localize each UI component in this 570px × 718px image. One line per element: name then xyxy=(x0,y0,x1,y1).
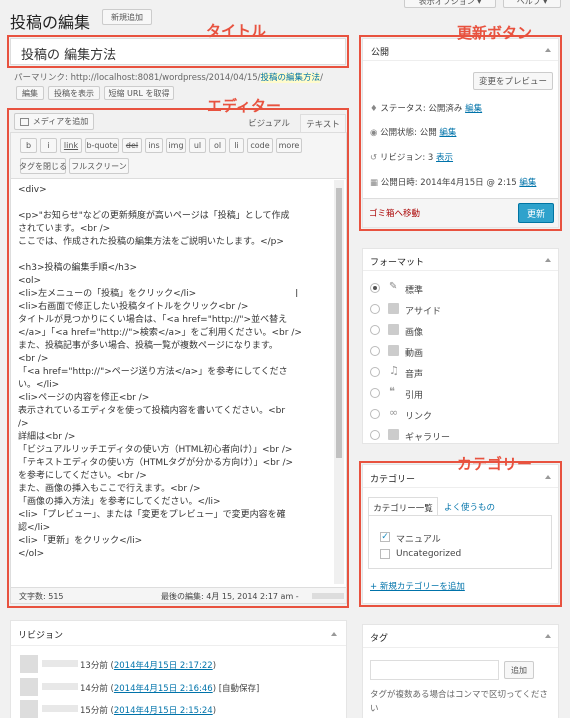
aside-icon xyxy=(388,303,399,314)
link-icon: ∞ xyxy=(389,406,399,419)
video-icon xyxy=(388,345,399,356)
screen-options-button[interactable]: 表示オプション ▾ xyxy=(404,0,496,8)
view-post-button[interactable]: 投稿を表示 xyxy=(48,86,100,100)
format-radio-standard[interactable] xyxy=(370,283,380,293)
format-radio-audio[interactable] xyxy=(370,367,380,377)
get-shortlink-button[interactable]: 短縮 URL を取得 xyxy=(104,86,174,100)
revisions-toggle-icon[interactable] xyxy=(331,632,337,636)
revision-author-blur xyxy=(42,683,78,690)
annotation-update-label: 更新ボタン xyxy=(457,24,533,42)
revisions-divider xyxy=(11,645,346,646)
format-label-gallery: ギャラリー xyxy=(405,433,451,443)
format-label-link: リンク xyxy=(405,412,433,422)
format-label-aside: アサイド xyxy=(405,307,442,317)
format-toggle-icon[interactable] xyxy=(545,258,551,262)
tags-hint-cont: い xyxy=(370,704,379,714)
add-new-button[interactable]: 新規追加 xyxy=(102,9,152,25)
format-label-video: 動画 xyxy=(405,349,424,359)
annotation-editor-box xyxy=(7,108,349,608)
format-label-image: 画像 xyxy=(405,328,424,338)
format-label-quote: 引用 xyxy=(405,391,424,401)
annotation-category-label: カテゴリー xyxy=(457,455,533,473)
revision-row: 14分前 (2014年4月15日 2:16:46) [自動保存] xyxy=(80,684,260,694)
permalink-url: http://localhost:8081/wordpress/2014/04/… xyxy=(70,73,261,83)
tags-hint: タグが複数ある場合はコンマで区切ってくださ xyxy=(370,690,548,700)
format-radio-link[interactable] xyxy=(370,409,380,419)
format-radio-quote[interactable] xyxy=(370,388,380,398)
revision-link[interactable]: 2014年4月15日 2:16:46 xyxy=(114,684,213,694)
revisions-title: リビジョン xyxy=(18,631,64,641)
revision-avatar xyxy=(20,700,38,718)
permalink-edit-button[interactable]: 編集 xyxy=(16,86,44,100)
permalink-row: パーマリンク: http://localhost:8081/wordpress/… xyxy=(14,73,323,83)
format-radio-image[interactable] xyxy=(370,325,380,335)
annotation-title-box xyxy=(7,35,349,68)
revision-avatar xyxy=(20,678,38,696)
tags-divider xyxy=(363,647,558,648)
gallery-icon xyxy=(388,429,399,440)
revision-link[interactable]: 2014年4月15日 2:17:22 xyxy=(114,661,213,671)
tags-toggle-icon[interactable] xyxy=(545,634,551,638)
image-icon xyxy=(388,324,399,335)
format-radio-video[interactable] xyxy=(370,346,380,356)
thumbtack-icon: ✎ xyxy=(389,281,398,292)
revision-author-blur xyxy=(42,705,78,712)
format-title: フォーマット xyxy=(370,258,425,268)
tag-input[interactable] xyxy=(370,660,499,680)
revision-row: 13分前 (2014年4月15日 2:17:22) xyxy=(80,661,217,671)
quote-icon: ❝ xyxy=(389,385,395,398)
music-note-icon: ♫ xyxy=(389,364,399,377)
format-radio-aside[interactable] xyxy=(370,304,380,314)
revision-author-blur xyxy=(42,660,78,667)
revision-row: 15分前 (2014年4月15日 2:15:24) xyxy=(80,706,217,716)
help-button[interactable]: ヘルプ ▾ xyxy=(503,0,561,8)
revision-avatar xyxy=(20,655,38,673)
tags-title: タグ xyxy=(370,634,389,644)
annotation-title-label: タイトル xyxy=(206,22,267,40)
annotation-editor-label: エディター xyxy=(207,97,281,115)
add-tag-button[interactable]: 追加 xyxy=(504,661,534,679)
page-title: 投稿の編集 xyxy=(10,13,91,32)
annotation-category-box xyxy=(359,461,562,607)
revision-link[interactable]: 2014年4月15日 2:15:24 xyxy=(114,706,213,716)
annotation-update-box xyxy=(359,35,562,231)
permalink-slug[interactable]: 投稿の編集方法 xyxy=(260,73,321,83)
format-radio-gallery[interactable] xyxy=(370,430,380,440)
format-divider xyxy=(363,270,558,271)
permalink-label: パーマリンク: xyxy=(14,73,68,83)
format-label-audio: 音声 xyxy=(405,370,424,380)
format-label-standard: 標準 xyxy=(405,286,424,296)
